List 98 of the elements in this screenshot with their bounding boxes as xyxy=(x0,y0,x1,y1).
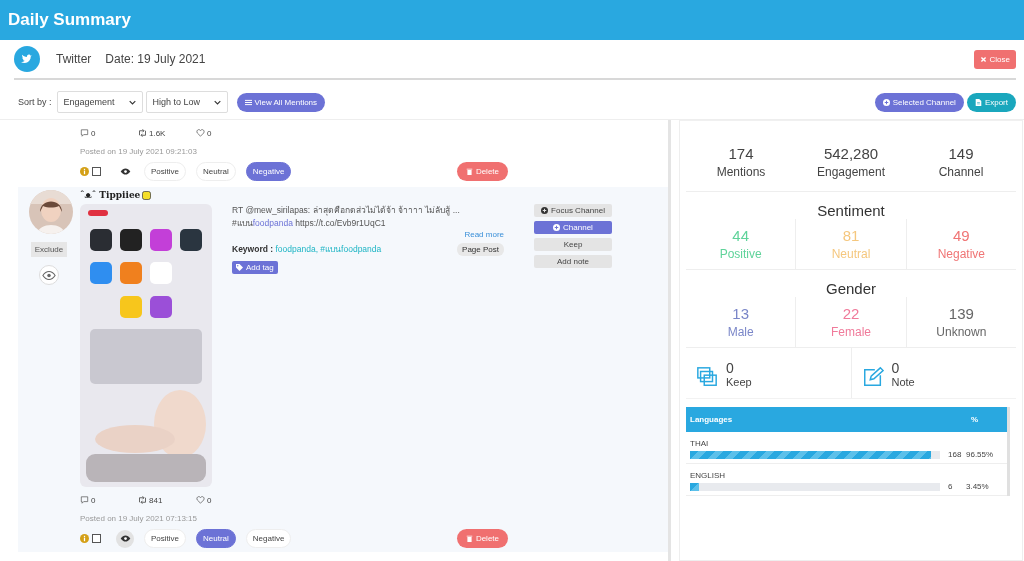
plus-circle-icon xyxy=(553,224,561,231)
retweet-count: 1.6K xyxy=(149,129,166,138)
sentiment-button[interactable]: Negative xyxy=(245,162,292,181)
sentiment-button[interactable]: Positive xyxy=(144,529,186,548)
sentiment-label: Neutral xyxy=(831,247,871,261)
stat-label: Engagement xyxy=(816,165,886,179)
comment-count: 0 xyxy=(91,496,96,505)
section-title: Gender xyxy=(824,279,877,297)
post-text: RT @mew_sirilapas: ล่าสุดคือกดส่วไม่ได้จ้า จ้าาาา ไม่ลับสู้ ... #แบนfoodpanda https://t.co/Evb9r1UqC1 xyxy=(232,204,461,230)
action-button[interactable]: Keep xyxy=(534,238,612,251)
selected-channel-button[interactable]: Selected Channel xyxy=(874,92,964,112)
post-type-tag: Page Post xyxy=(457,242,504,256)
emoji-icon xyxy=(142,190,152,200)
stat-value: 174 xyxy=(728,145,754,162)
exclude-button[interactable]: Exclude xyxy=(30,242,68,257)
read-more-link[interactable]: Read more xyxy=(464,230,504,239)
chevron-down-icon xyxy=(213,99,221,105)
view-button[interactable] xyxy=(116,529,134,548)
report-date: Date: 19 July 2021 xyxy=(105,52,207,66)
info-icon xyxy=(80,534,89,543)
delete-button[interactable]: Delete xyxy=(456,162,508,181)
gender-count: 22 xyxy=(842,305,860,322)
stat-value: 149 xyxy=(948,145,974,162)
language-count: 6 xyxy=(948,482,954,491)
counter-value: 0 xyxy=(891,360,901,376)
close-button[interactable]: Close xyxy=(973,49,1016,69)
language-name: ENGLISH xyxy=(690,471,727,480)
checkbox[interactable] xyxy=(92,167,101,176)
sentiment-button[interactable]: Positive xyxy=(144,162,186,181)
view-all-mentions-button[interactable]: View All Mentions xyxy=(236,92,326,112)
page-title: Daily Summary xyxy=(8,10,131,30)
eye-icon xyxy=(119,535,131,542)
retweet-count: 841 xyxy=(149,496,163,505)
list-icon xyxy=(244,98,252,106)
action-button[interactable]: Channel xyxy=(534,221,612,234)
posted-time: Posted on 19 July 2021 09:21:03 xyxy=(80,147,198,156)
comment-icon xyxy=(80,129,89,137)
trash-icon xyxy=(465,168,473,175)
gender-label: Unknown xyxy=(936,325,987,339)
sort-field-dropdown[interactable]: Engagement xyxy=(56,91,143,113)
plus-circle-icon xyxy=(882,98,890,106)
gender-count: 13 xyxy=(732,305,749,322)
plus-circle-icon xyxy=(541,207,549,214)
sentiment-count: 44 xyxy=(732,227,749,244)
language-percent: 3.45% xyxy=(966,482,989,491)
sentiment-button[interactable]: Negative xyxy=(245,529,292,548)
counter-label: Keep xyxy=(726,376,752,388)
sentiment-button[interactable]: Neutral xyxy=(196,162,236,181)
stat-label: Channel xyxy=(938,165,984,179)
stat-value: 542,280 xyxy=(823,145,879,162)
author-name: ˆᴥˆ Tippiiee xyxy=(80,190,141,200)
language-count: 168 xyxy=(948,450,962,459)
trash-icon xyxy=(465,535,473,542)
keyword-text: Keyword : foodpanda, #แบนfoodpanda xyxy=(232,243,382,256)
comment-count: 0 xyxy=(91,129,96,138)
gender-label: Female xyxy=(831,325,871,339)
eye-icon xyxy=(42,270,56,280)
add-tag-button[interactable]: Add tag xyxy=(232,261,278,274)
sort-order-dropdown[interactable]: High to Low xyxy=(145,91,228,113)
edit-icon xyxy=(861,366,884,388)
sentiment-button[interactable]: Neutral xyxy=(196,529,236,548)
sort-label: Sort by : xyxy=(18,97,52,107)
column-header: % xyxy=(970,415,978,424)
like-count: 0 xyxy=(207,496,212,505)
counter-value: 0 xyxy=(726,360,735,376)
posted-time: Posted on 19 July 2021 07:13:15 xyxy=(80,514,198,523)
eye-icon xyxy=(119,168,131,175)
comment-icon xyxy=(80,496,89,504)
chevron-down-icon xyxy=(128,99,136,105)
export-button[interactable]: Export xyxy=(966,92,1016,112)
retweet-icon xyxy=(138,496,147,504)
checkbox[interactable] xyxy=(92,534,101,543)
channel-name: Twitter xyxy=(56,52,92,66)
stat-label: Mentions xyxy=(716,165,766,179)
file-icon xyxy=(974,98,982,106)
counter-label: Note xyxy=(891,376,915,388)
like-count: 0 xyxy=(207,129,212,138)
sentiment-count: 49 xyxy=(952,227,970,244)
language-name: THAI xyxy=(690,439,710,448)
delete-button[interactable]: Delete xyxy=(456,529,508,548)
gender-count: 139 xyxy=(948,305,974,322)
column-header: Languages xyxy=(690,415,733,424)
tag-icon xyxy=(236,264,243,271)
gender-label: Male xyxy=(727,325,754,339)
bird-icon xyxy=(14,46,40,72)
close-icon xyxy=(979,55,987,63)
heart-icon xyxy=(196,496,205,504)
retweet-icon xyxy=(138,129,147,137)
action-button[interactable]: Focus Channel xyxy=(534,204,612,217)
sentiment-count: 81 xyxy=(842,227,860,244)
language-percent: 96.55% xyxy=(966,450,994,459)
sentiment-label: Negative xyxy=(937,247,985,261)
info-icon xyxy=(80,167,89,176)
action-button[interactable]: Add note xyxy=(534,255,612,268)
sentiment-label: Positive xyxy=(719,247,762,261)
heart-icon xyxy=(196,129,205,137)
copy-icon xyxy=(696,366,718,388)
section-title: Sentiment xyxy=(816,201,886,219)
